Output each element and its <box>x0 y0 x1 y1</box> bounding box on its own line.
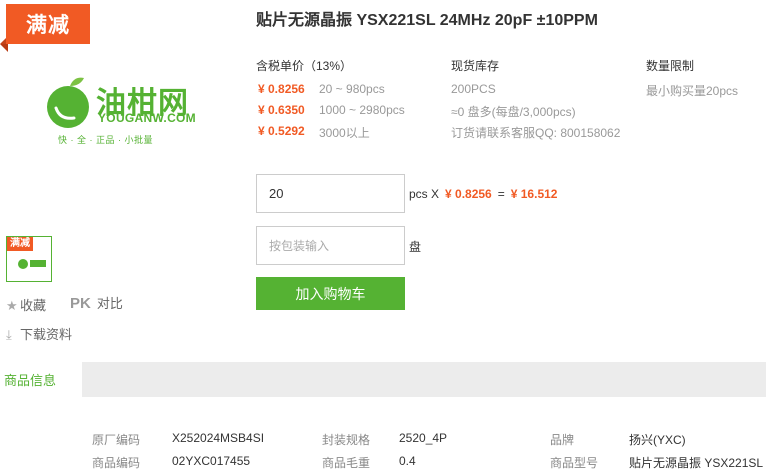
logo-url: YOUGANW.COM <box>98 111 196 125</box>
add-to-cart-button[interactable]: 加入购物车 <box>256 277 405 310</box>
tab-bar <box>0 362 766 397</box>
compare-action[interactable]: PK 对比 <box>70 293 123 312</box>
star-icon: ★ <box>6 298 18 313</box>
product-title: 贴片无源晶振 YSX221SL 24MHz 20pF ±10PPM <box>256 12 598 29</box>
min-purchase: 最小购买量20pcs <box>646 84 739 98</box>
spec-value: 2520_4P <box>399 431 448 445</box>
promo-badge: 满减 <box>0 4 90 44</box>
equals-sign: = <box>497 187 505 201</box>
spec-value: X252024MSB4SI <box>172 431 265 445</box>
calc-unit-price: ¥ 0.8256 <box>445 187 492 201</box>
stock-quantity: 200PCS <box>451 82 496 96</box>
download-label: 下载资料 <box>20 327 73 342</box>
calc-total: ¥ 16.512 <box>510 187 558 201</box>
spec-key: 商品毛重 <box>322 456 371 470</box>
spec-key: 封装规格 <box>322 433 371 447</box>
limit-header: 数量限制 <box>646 59 695 73</box>
tier-price: ¥ 0.5292 <box>258 124 305 138</box>
stock-reels: ≈0 盘多(每盘/3,000pcs) <box>451 105 576 119</box>
favorite-action[interactable]: ★ 收藏 <box>6 295 46 314</box>
spec-key: 原厂编码 <box>92 433 141 447</box>
spec-key: 商品编码 <box>92 456 141 470</box>
spec-value: 0.4 <box>399 454 416 468</box>
download-icon: ⤓ <box>6 327 12 342</box>
quantity-input[interactable] <box>256 174 405 213</box>
tier-price: ¥ 0.8256 <box>258 82 305 96</box>
logo-fruit-icon <box>47 77 89 128</box>
spec-value: 贴片无源晶振 YSX221SL <box>629 456 764 470</box>
tier-range: 1000 ~ 2980pcs <box>319 103 405 117</box>
tier-range: 3000以上 <box>319 126 370 140</box>
spec-value: 02YXC017455 <box>172 454 251 468</box>
thumbnail-promo-badge: 满减 <box>7 237 33 251</box>
tier-price: ¥ 0.6350 <box>258 103 305 117</box>
reel-unit-label: 盘 <box>409 240 422 254</box>
compare-label: 对比 <box>96 296 123 311</box>
download-docs-action[interactable]: ⤓ 下载资料 <box>6 324 72 343</box>
order-contact: 订货请联系客服QQ: 800158062 <box>451 126 621 140</box>
logo-slogan: 快 · 全 · 正品 · 小批量 <box>58 135 153 145</box>
pk-icon: PK <box>70 295 91 312</box>
stock-header: 现货库存 <box>451 59 500 73</box>
unit-x-label: pcs X <box>409 187 440 201</box>
favorite-label: 收藏 <box>20 298 47 313</box>
reel-quantity-input[interactable] <box>256 226 405 265</box>
spec-key: 品牌 <box>550 433 575 447</box>
price-calculation: pcs X ¥ 0.8256 = ¥ 16.512 <box>409 187 563 201</box>
promo-badge-fold <box>0 44 8 52</box>
tab-product-info[interactable]: 商品信息 <box>0 362 82 397</box>
pricing-header: 含税单价（13%） <box>256 59 353 73</box>
product-thumbnail[interactable]: 满减 <box>6 236 52 282</box>
spec-key: 商品型号 <box>550 456 599 470</box>
tier-range: 20 ~ 980pcs <box>319 82 385 96</box>
spec-value: 扬兴(YXC) <box>629 433 686 447</box>
thumbnail-logo-icon <box>18 259 46 269</box>
